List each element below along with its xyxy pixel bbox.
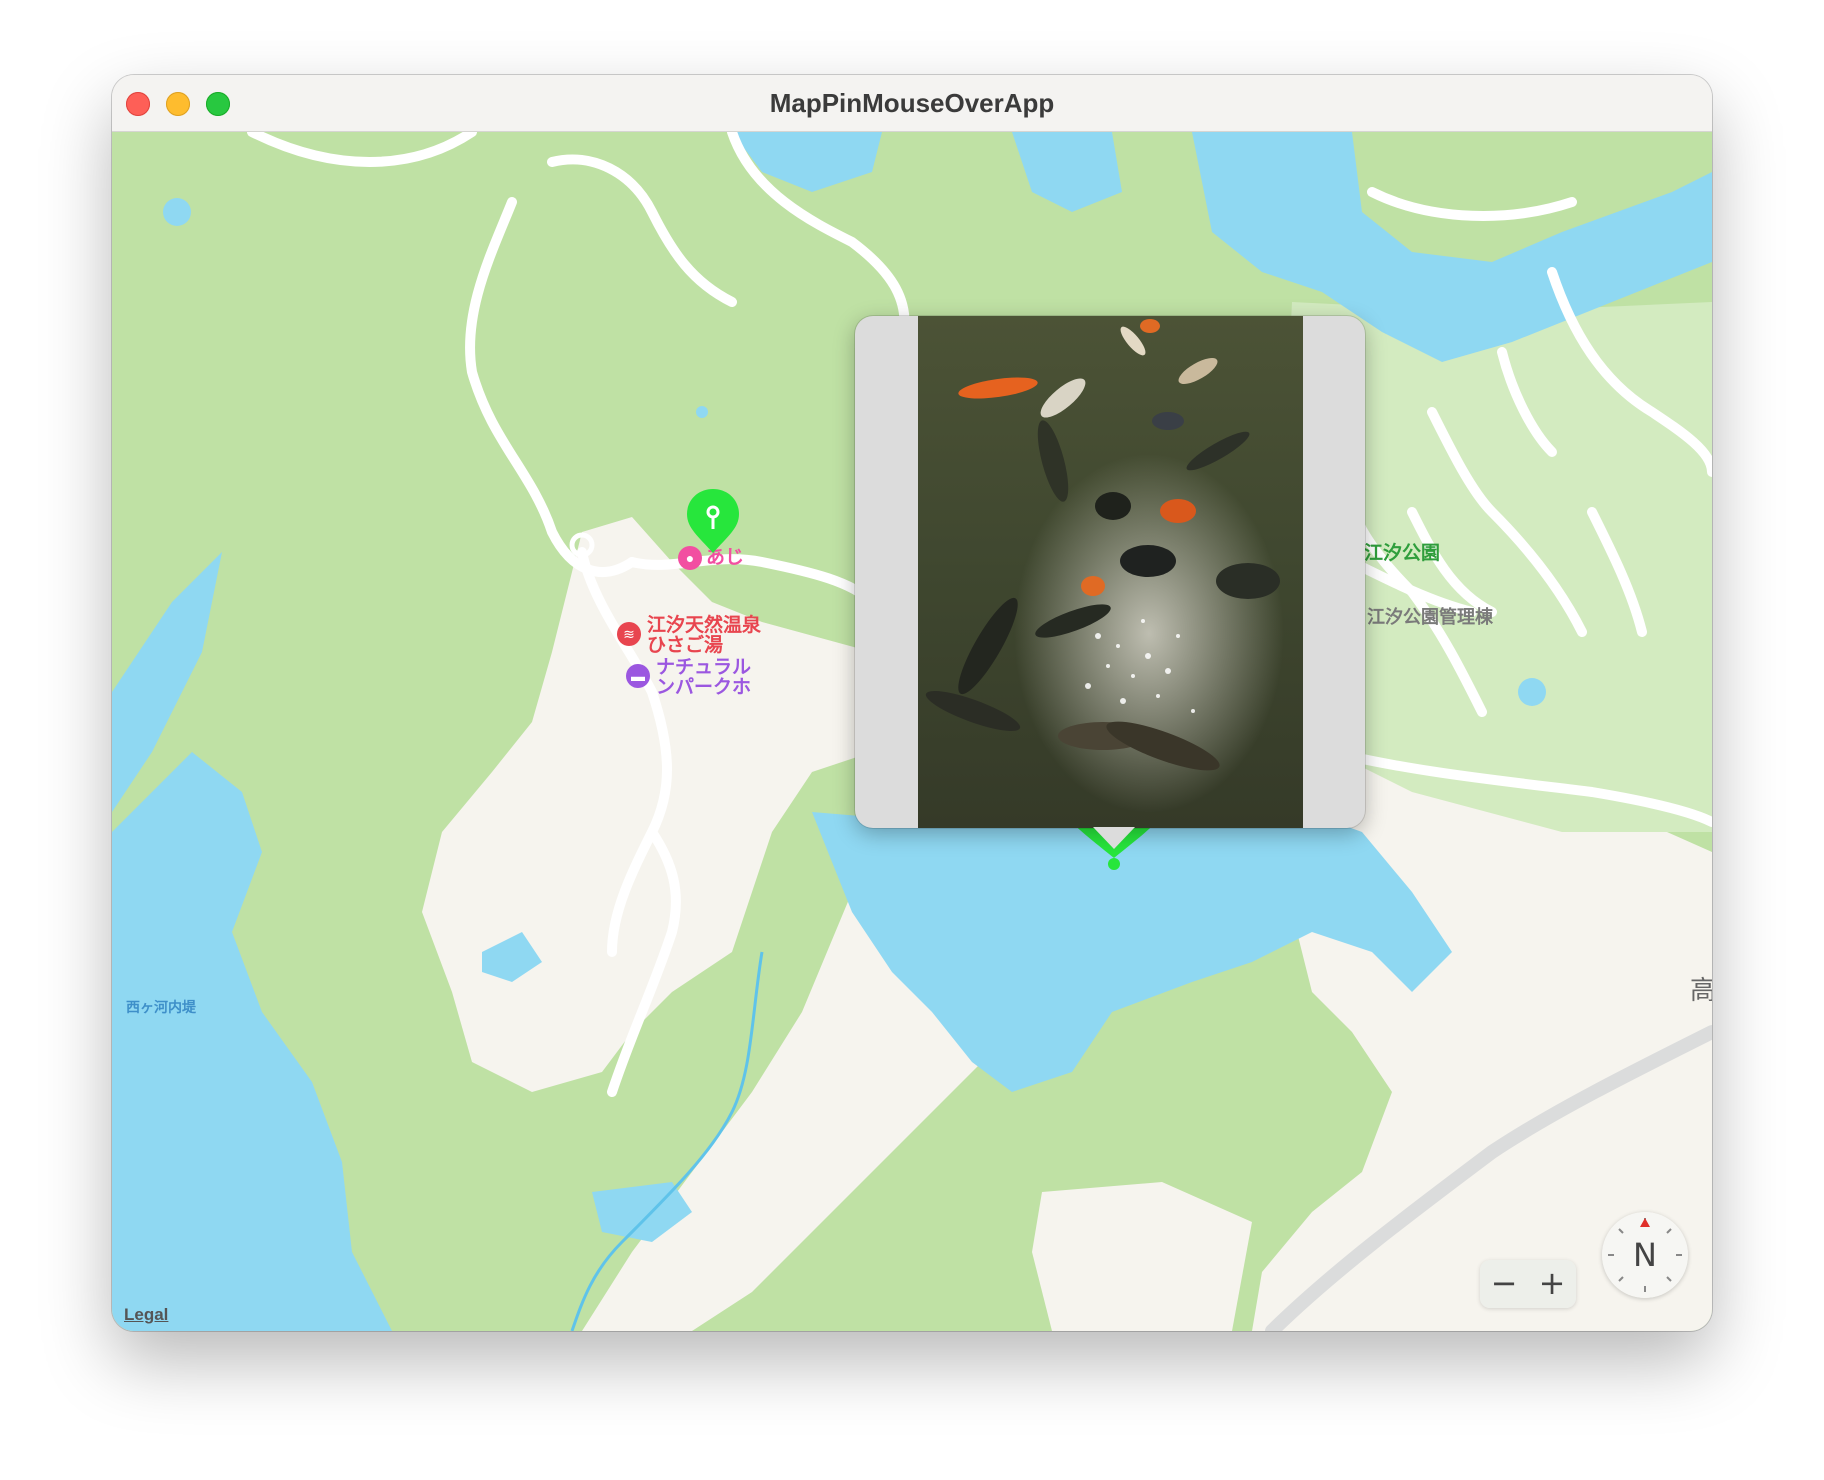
map-pin-small[interactable] [684, 487, 742, 557]
park-label[interactable]: 江汐公園 [1364, 544, 1440, 564]
map-view[interactable]: ● あじ ≋ 江汐天然温泉 ひさご湯 ▬ ナチュラル ンパークホ 江汐公園 江汐… [112, 132, 1712, 1331]
window-title: MapPinMouseOverApp [769, 88, 1055, 118]
koi-pond-photo [918, 316, 1303, 828]
title-bar[interactable]: MapPinMouseOverApp [112, 75, 1712, 132]
callout-pointer [1093, 827, 1135, 849]
zoom-out-button[interactable]: − [1480, 1264, 1528, 1302]
compass-button[interactable]: N [1602, 1212, 1688, 1298]
zoom-in-button[interactable]: + [1528, 1264, 1576, 1302]
photo-callout[interactable] [855, 316, 1365, 828]
edge-label[interactable]: 高 [1690, 976, 1712, 1004]
park-office-label[interactable]: 江汐公園管理棟 [1367, 608, 1493, 627]
legal-link[interactable]: Legal [124, 1305, 168, 1325]
compass-label: N [1633, 1236, 1657, 1274]
zoom-control: − + [1480, 1260, 1576, 1308]
levee-label[interactable]: 西ヶ河内堤 [126, 1000, 196, 1015]
hotel-label-line2[interactable]: ンパークホ [656, 678, 751, 698]
onsen-label-line1[interactable]: 江汐天然温泉 [647, 616, 761, 636]
onsen-label-line2[interactable]: ひさご湯 [647, 636, 723, 656]
bed-icon[interactable]: ▬ [626, 664, 650, 688]
hot-spring-icon[interactable]: ≋ [617, 622, 641, 646]
hotel-label-line1[interactable]: ナチュラル [656, 658, 751, 678]
app-window: MapPinMouseOverApp ● あじ ≋ 江汐天然温泉 ひさご湯 ▬ … [112, 75, 1712, 1331]
